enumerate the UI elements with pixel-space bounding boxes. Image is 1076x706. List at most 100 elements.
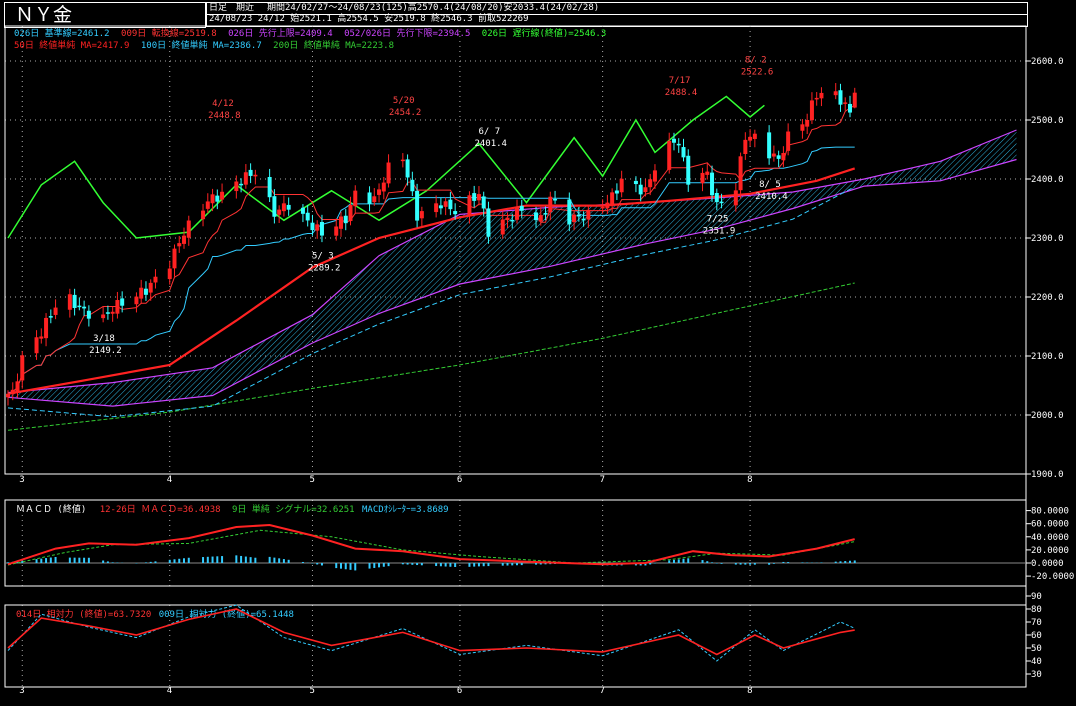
candle-body xyxy=(700,172,705,184)
candle-body xyxy=(419,211,424,219)
candle-body xyxy=(576,214,581,217)
candle-body xyxy=(343,215,348,224)
candle-body xyxy=(377,189,382,195)
candle-body xyxy=(852,92,857,108)
candle-body xyxy=(338,216,343,229)
ichimoku-cloud xyxy=(7,129,1017,407)
annotation-price: 2401.4 xyxy=(474,139,507,149)
candle-body xyxy=(44,317,49,339)
annotation-price: 2410.4 xyxy=(755,192,788,202)
candle-body xyxy=(220,191,225,200)
candle-body xyxy=(767,132,772,159)
x-tick-label: 5 xyxy=(309,686,314,696)
candle-body xyxy=(10,389,15,395)
annotation-price: 2488.4 xyxy=(665,88,698,98)
x-tick-label: 8 xyxy=(747,686,752,696)
x-tick-label: 3 xyxy=(19,475,24,485)
ma200-line xyxy=(7,282,855,431)
candle-body xyxy=(148,282,153,293)
annotation-price: 2454.2 xyxy=(389,108,422,118)
candle-body xyxy=(410,179,415,192)
candle-body xyxy=(281,203,286,212)
candle-body xyxy=(86,310,91,319)
rsi-y-tick-label: 50 xyxy=(1031,644,1042,654)
macd-y-tick-label: -20.0000 xyxy=(1031,572,1074,582)
annotation-date: 4/12 xyxy=(212,99,234,109)
y-tick-label: 2200.0 xyxy=(1031,293,1064,303)
candle-body xyxy=(553,199,558,201)
candle-body xyxy=(500,219,505,235)
candle-body xyxy=(805,119,810,127)
annotation-date: 6/ 7 xyxy=(478,127,500,137)
candle-body xyxy=(843,102,848,104)
x-tick-label: 4 xyxy=(167,686,172,696)
x-tick-label: 8 xyxy=(747,475,752,485)
candle-body xyxy=(676,143,681,146)
candle-body xyxy=(748,136,753,141)
candle-body xyxy=(776,155,781,159)
candle-body xyxy=(6,393,10,398)
candle-body xyxy=(809,100,814,121)
annotation-date: 3/18 xyxy=(93,334,115,344)
candle-body xyxy=(738,156,743,191)
candle-body xyxy=(643,187,648,193)
candle-body xyxy=(334,226,339,236)
senkou-lower-line xyxy=(7,158,1017,407)
candle-body xyxy=(681,147,686,158)
candle-body xyxy=(101,314,106,319)
candle-body xyxy=(619,178,624,193)
candle-body xyxy=(472,193,477,201)
macd-panel-frame xyxy=(4,499,1027,587)
candle-body xyxy=(438,205,443,209)
annotation-date: 5/ 3 xyxy=(312,251,334,261)
candle-body xyxy=(210,194,215,204)
candle-body xyxy=(434,203,439,213)
candle-body xyxy=(548,196,553,213)
candle-body xyxy=(300,207,305,214)
candle-body xyxy=(186,220,191,238)
macd-signal-line xyxy=(7,529,855,566)
candle-body xyxy=(614,190,619,194)
rsi-y-tick-label: 40 xyxy=(1031,657,1042,667)
candle-body xyxy=(605,202,610,209)
y-tick-label: 2300.0 xyxy=(1031,234,1064,244)
candle-body xyxy=(486,208,491,237)
y-tick-label: 1900.0 xyxy=(1031,470,1064,480)
annotation-price: 2522.6 xyxy=(741,68,774,78)
candle-body xyxy=(847,103,852,113)
x-tick-label: 6 xyxy=(457,475,462,485)
annotation-price: 2289.2 xyxy=(308,263,341,273)
candle-body xyxy=(34,337,39,354)
candle-body xyxy=(586,209,591,220)
candle-body xyxy=(20,355,25,381)
candle-body xyxy=(82,306,87,309)
candle-body xyxy=(633,180,638,185)
rsi-y-tick-label: 80 xyxy=(1031,605,1042,615)
candle-body xyxy=(348,204,353,222)
kumo-fill xyxy=(8,130,1017,407)
candle-body xyxy=(67,294,72,310)
candle-body xyxy=(201,210,206,220)
candle-body xyxy=(610,192,615,205)
annotation-price: 2149.2 xyxy=(89,346,122,356)
candle-body xyxy=(120,298,125,306)
candle-body xyxy=(515,207,519,220)
y-tick-label: 2400.0 xyxy=(1031,175,1064,185)
macd-panel: 80.0000 60.0000 40.0000 20.0000 0.0000 -20.00… xyxy=(5,507,1074,582)
candle-body xyxy=(819,92,824,99)
annotation-date: 8/ 5 xyxy=(759,180,781,190)
candle-body xyxy=(534,212,539,221)
candle-body xyxy=(686,155,691,185)
candle-body xyxy=(310,222,315,231)
candle-body xyxy=(381,182,386,192)
macd-y-tick-label: 0.0000 xyxy=(1031,559,1064,569)
candle-body xyxy=(205,201,210,209)
annotation-date: 5/20 xyxy=(393,96,415,106)
candle-body xyxy=(48,316,53,318)
candle-body xyxy=(705,171,710,175)
candle-body xyxy=(667,140,672,170)
macd-line xyxy=(7,523,855,566)
macd-y-tick-label: 40.0000 xyxy=(1031,533,1069,543)
grid-lines xyxy=(5,26,1026,687)
candle-body xyxy=(833,91,838,96)
